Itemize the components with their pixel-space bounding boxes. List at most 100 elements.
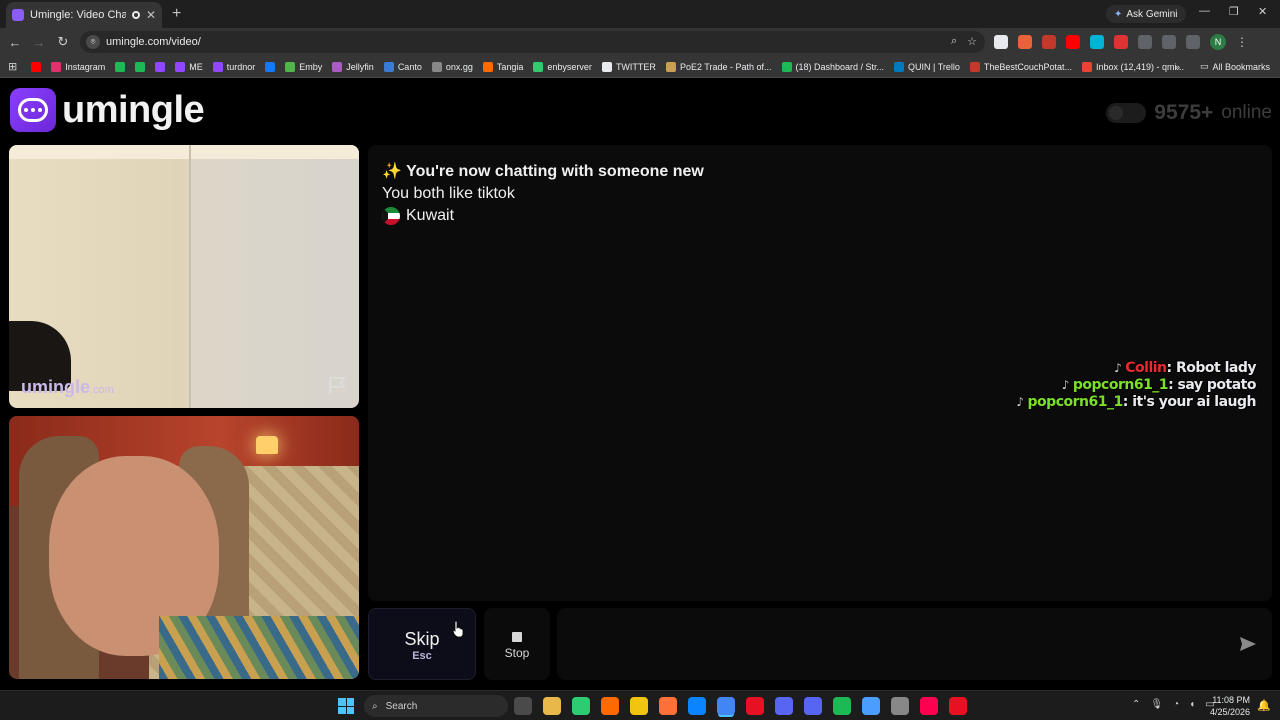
- bookmark-favicon-icon: [969, 61, 980, 72]
- extension-youtube-icon[interactable]: [1066, 35, 1080, 49]
- ask-gemini-button[interactable]: ✦ Ask Gemini: [1106, 5, 1186, 23]
- taskbar-app-icon[interactable]: [717, 697, 735, 715]
- side-panel-icon[interactable]: [1162, 35, 1176, 49]
- stop-square-icon: [512, 632, 522, 642]
- chat-log: ✨ You're now chatting with someone new Y…: [368, 145, 1272, 601]
- bookmark-item[interactable]: [115, 61, 126, 72]
- sparkles-icon: ✨: [382, 163, 402, 180]
- bookmark-item[interactable]: ME: [175, 61, 203, 72]
- taskbar-app-icon[interactable]: [775, 697, 793, 715]
- umingle-page: umingle 9575+ online umingle.com ✨ You'r…: [0, 79, 1280, 690]
- taskbar-app-icon[interactable]: [891, 697, 909, 715]
- online-toggle[interactable]: [1106, 103, 1147, 123]
- taskbar-app-icon[interactable]: [659, 697, 677, 715]
- taskbar-app-icon[interactable]: [920, 697, 938, 715]
- reload-icon[interactable]: ↻: [51, 34, 75, 50]
- more-bookmarks-icon[interactable]: »: [1175, 62, 1180, 72]
- site-info-icon[interactable]: ⌾: [86, 35, 100, 49]
- windows-start-icon[interactable]: [338, 698, 354, 714]
- bookmark-item[interactable]: TWITTER: [601, 61, 656, 72]
- bookmark-favicon-icon: [533, 61, 544, 72]
- taskbar-app-icon[interactable]: [862, 697, 880, 715]
- profile-avatar[interactable]: N: [1210, 34, 1226, 50]
- zoom-icon[interactable]: ⌕: [951, 35, 957, 48]
- bookmark-item[interactable]: onx.gg: [431, 61, 473, 72]
- taskbar-app-icon[interactable]: [949, 697, 967, 715]
- taskbar-app-icon[interactable]: [514, 697, 532, 715]
- bookmark-item[interactable]: [265, 61, 276, 72]
- bookmark-item[interactable]: [135, 61, 146, 72]
- extensions-puzzle-icon[interactable]: [1138, 35, 1152, 49]
- minimize-icon[interactable]: —: [1199, 5, 1210, 17]
- bookmark-favicon-icon: [1081, 61, 1092, 72]
- taskbar-app-icon[interactable]: [804, 697, 822, 715]
- stop-button[interactable]: Stop: [484, 608, 550, 680]
- extension-flag-icon[interactable]: [1114, 35, 1128, 49]
- address-bar[interactable]: ⌾ umingle.com/video/ ⌕ ☆: [80, 31, 985, 53]
- taskbar-app-icon[interactable]: [630, 697, 648, 715]
- report-flag-icon[interactable]: [327, 375, 347, 395]
- chat-bubble-logo-icon: [10, 88, 56, 132]
- bookmark-star-icon[interactable]: ☆: [967, 35, 977, 48]
- taskbar-app-icon[interactable]: [543, 697, 561, 715]
- bookmark-item[interactable]: Tangia: [482, 61, 523, 72]
- bookmark-item[interactable]: PoE2 Trade - Path of...: [665, 61, 772, 72]
- bookmark-item[interactable]: (18) Dashboard / Str...: [781, 61, 885, 72]
- online-label: online: [1221, 102, 1272, 123]
- back-icon[interactable]: ←: [3, 35, 27, 50]
- menu-kebab-icon[interactable]: ⋮: [1236, 35, 1248, 49]
- taskbar-app-icon[interactable]: [746, 697, 764, 715]
- new-tab-button[interactable]: +: [172, 5, 181, 23]
- taskbar-app-icon[interactable]: [572, 697, 590, 715]
- bookmark-item[interactable]: [155, 61, 166, 72]
- wifi-icon[interactable]: ◔: [1173, 699, 1179, 710]
- bookmark-item[interactable]: Instagram: [51, 61, 105, 72]
- bookmark-item[interactable]: turdnor: [212, 61, 256, 72]
- search-label: Search: [385, 700, 418, 712]
- forward-icon[interactable]: →: [27, 35, 51, 50]
- bookmark-item[interactable]: Emby: [285, 61, 323, 72]
- bookmark-item[interactable]: QUIN | Trello: [894, 61, 960, 72]
- bookmark-item[interactable]: Inbox (12,419) - qmi...: [1081, 61, 1184, 72]
- bookmark-item[interactable]: [31, 61, 42, 72]
- bookmark-item[interactable]: enbyserver: [533, 61, 592, 72]
- extension-k-icon[interactable]: [994, 35, 1008, 49]
- restore-icon[interactable]: ❐: [1229, 5, 1239, 18]
- bookmark-item[interactable]: Jellyfin: [332, 61, 374, 72]
- watermark-main: umingle: [21, 377, 91, 397]
- extension-red-icon[interactable]: [1042, 35, 1056, 49]
- message-input[interactable]: [557, 608, 1272, 680]
- bookmark-label: turdnor: [226, 61, 256, 72]
- browser-tab-umingle[interactable]: Umingle: Video Chat with S ✕: [6, 2, 162, 28]
- extension-fox-icon[interactable]: [1018, 35, 1032, 49]
- close-tab-icon[interactable]: ✕: [146, 8, 156, 22]
- bookmark-item[interactable]: TheBestCouchPotat...: [969, 61, 1072, 72]
- media-controls-icon[interactable]: [1186, 35, 1200, 49]
- bookmark-favicon-icon: [115, 61, 126, 72]
- all-bookmarks-button[interactable]: » ▭ All Bookmarks: [1175, 61, 1270, 72]
- extension-blue-icon[interactable]: [1090, 35, 1104, 49]
- overlay-text: it's your ai laugh: [1132, 394, 1256, 410]
- notification-bell-icon[interactable]: 🔔: [1257, 699, 1271, 712]
- bookmark-item[interactable]: Canto: [383, 61, 422, 72]
- skip-button[interactable]: Skip Esc: [368, 608, 476, 680]
- taskbar-app-icon[interactable]: [601, 697, 619, 715]
- tray-chevron-icon[interactable]: ⌃: [1132, 699, 1140, 710]
- taskbar-app-icon[interactable]: [688, 697, 706, 715]
- bookmark-label: (18) Dashboard / Str...: [795, 61, 885, 72]
- volume-icon[interactable]: ◖: [1189, 699, 1195, 710]
- bookmark-favicon-icon: [212, 61, 223, 72]
- umingle-favicon-icon: [12, 9, 24, 21]
- taskbar-search[interactable]: ⌕ Search: [364, 695, 508, 717]
- apps-grid-icon[interactable]: ⊞: [8, 60, 17, 73]
- windows-taskbar: ⌕ Search ⌃ 🎙 ◔ ◖ ▭ 11:08 PM 4/25/2026 🔔: [0, 690, 1280, 720]
- stranger-video: umingle.com: [9, 145, 359, 408]
- taskbar-clock[interactable]: 11:08 PM 4/25/2026: [1210, 694, 1250, 718]
- close-window-icon[interactable]: ✕: [1258, 5, 1267, 18]
- bookmark-label: enbyserver: [547, 61, 592, 72]
- bookmark-label: Emby: [299, 61, 323, 72]
- site-logo[interactable]: umingle: [10, 88, 205, 132]
- send-icon[interactable]: [1238, 634, 1258, 654]
- microphone-icon[interactable]: 🎙: [1150, 699, 1163, 710]
- taskbar-app-icon[interactable]: [833, 697, 851, 715]
